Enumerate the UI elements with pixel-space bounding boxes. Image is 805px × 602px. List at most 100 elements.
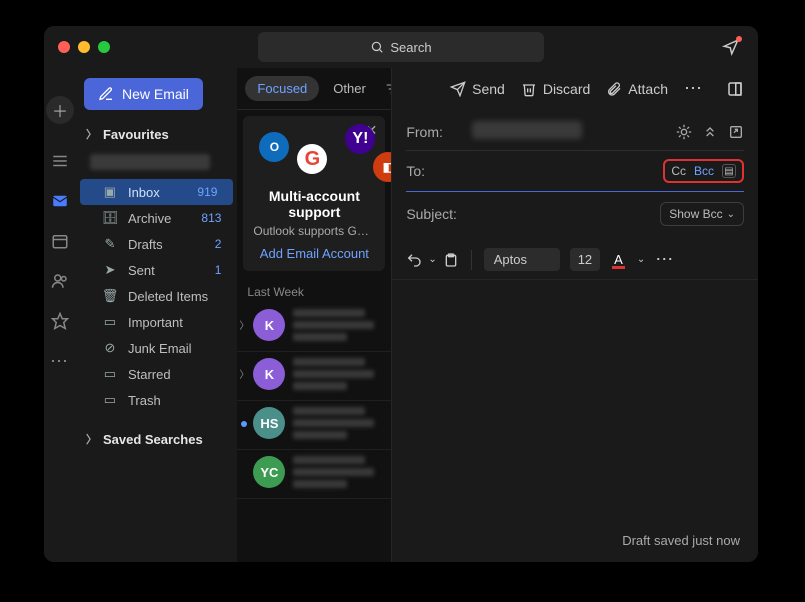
traffic-lights — [58, 41, 110, 53]
section-last-week: Last Week — [237, 277, 391, 303]
junk-icon: ⊘ — [102, 340, 118, 356]
open-new-window-button[interactable] — [728, 124, 744, 140]
notifications-button[interactable] — [722, 38, 740, 56]
folder-sent[interactable]: ➤Sent 1 — [76, 257, 237, 283]
mail-rail-button[interactable] — [51, 192, 69, 210]
zoom-window-button[interactable] — [98, 41, 110, 53]
chevron-right-icon: 〉 — [86, 431, 97, 447]
folder-label: Drafts — [128, 237, 163, 252]
subject-label: Subject: — [406, 206, 457, 222]
collapse-button[interactable] — [702, 124, 718, 140]
more-rail-button[interactable]: ⋯ — [51, 352, 69, 370]
redacted-preview — [293, 309, 383, 345]
redacted-preview — [293, 358, 383, 394]
folder-junk[interactable]: ⊘ Junk Email — [76, 335, 237, 361]
unread-dot — [241, 421, 247, 427]
account-name[interactable] — [76, 148, 237, 179]
cc-bcc-highlight: Cc Bcc ▤ — [663, 159, 744, 183]
compose-toolbar: Send Discard Attach ⋯ — [392, 68, 758, 109]
font-size-select[interactable]: 12 — [570, 248, 600, 271]
email-row[interactable]: HS — [237, 401, 391, 450]
send-button[interactable]: Send — [450, 81, 505, 97]
add-email-account-link[interactable]: Add Email Account — [253, 246, 375, 261]
redacted-from-value — [472, 121, 582, 139]
popout-button[interactable] — [726, 80, 744, 98]
attach-button[interactable]: Attach — [606, 81, 668, 97]
tab-other[interactable]: Other — [323, 76, 376, 101]
compose-icon — [98, 86, 114, 102]
font-color-dropdown[interactable]: ⌄ — [637, 254, 645, 265]
folder-inbox[interactable]: ▣Inbox 919 — [80, 179, 233, 205]
promo-icons: O Y! G ◧ — [253, 126, 375, 180]
office-icon: ◧ — [373, 152, 392, 182]
calendar-rail-button[interactable] — [51, 232, 69, 250]
paste-button[interactable] — [443, 252, 459, 268]
to-label: To: — [406, 163, 462, 179]
promo-subtitle: Outlook supports Gmail, Yahoo an… — [253, 224, 375, 238]
attach-label: Attach — [628, 81, 668, 97]
show-bcc-button[interactable]: Show Bcc ⌄ — [660, 202, 744, 226]
folder-drafts[interactable]: ✎Drafts 2 — [76, 231, 237, 257]
open-window-icon — [728, 124, 744, 140]
titlebar: Search — [44, 26, 758, 68]
email-row[interactable]: YC — [237, 450, 391, 499]
inbox-tabs: Focused Other — [237, 68, 391, 110]
notification-badge — [736, 36, 742, 42]
undo-dropdown[interactable]: ⌄ — [428, 254, 436, 265]
folder-starred[interactable]: ▭Starred — [76, 361, 237, 387]
sent-icon: ➤ — [102, 262, 118, 278]
new-email-button[interactable]: New Email — [84, 78, 203, 110]
compose-plus-button[interactable]: ＋ — [46, 96, 74, 124]
nav-rail: ＋ ⋯ — [44, 68, 76, 562]
filter-button[interactable] — [380, 77, 393, 101]
new-email-label: New Email — [122, 86, 189, 102]
chevron-right-icon: 〉 — [86, 126, 97, 142]
avatar: YC — [253, 456, 285, 488]
address-book-button[interactable]: ▤ — [722, 164, 736, 178]
folder-label: Junk Email — [128, 341, 192, 356]
tab-focused[interactable]: Focused — [245, 76, 319, 101]
thread-chevron-icon: 〉 — [239, 366, 249, 381]
more-actions-button[interactable]: ⋯ — [684, 78, 704, 99]
folder-important[interactable]: ▭Important — [76, 309, 237, 335]
folder-label: Inbox — [128, 185, 160, 200]
more-format-button[interactable]: ⋯ — [655, 249, 675, 270]
folder-archive[interactable]: 🗄Archive 813 — [76, 205, 237, 231]
undo-icon — [406, 252, 422, 268]
favourites-section-toggle[interactable]: 〉 Favourites — [76, 120, 237, 148]
to-input[interactable] — [472, 163, 653, 179]
undo-button[interactable] — [406, 252, 422, 268]
subject-row: Subject: Show Bcc ⌄ — [406, 192, 744, 236]
folder-pane: New Email 〉 Favourites ▣Inbox 919 🗄 Archi… — [76, 68, 237, 562]
email-row[interactable]: 〉K — [237, 352, 391, 401]
drafts-icon: ✎ — [102, 236, 118, 252]
importance-button[interactable] — [676, 124, 692, 140]
folder-trash[interactable]: ▭Trash — [76, 387, 237, 413]
saved-searches-section-toggle[interactable]: 〉 Saved Searches — [76, 425, 237, 453]
folder-icon: ▭ — [102, 392, 118, 408]
bcc-button[interactable]: Bcc — [694, 164, 714, 178]
from-label: From: — [406, 124, 462, 140]
font-family-select[interactable]: Aptos — [484, 248, 560, 271]
archive-icon: 🗄 — [102, 210, 118, 226]
avatar: HS — [253, 407, 285, 439]
message-list-pane: Focused Other ✕ O Y! G ◧ Multi-account s… — [237, 68, 392, 562]
search-icon — [370, 40, 384, 54]
cc-button[interactable]: Cc — [671, 164, 686, 178]
search-input[interactable]: Search — [258, 32, 544, 62]
folder-deleted[interactable]: 🗑Deleted Items — [76, 283, 237, 309]
folder-label: Archive — [128, 211, 171, 226]
discard-button[interactable]: Discard — [521, 81, 590, 97]
sun-icon — [676, 124, 692, 140]
email-row[interactable]: 〉K — [237, 303, 391, 352]
chevron-down-icon: ⌄ — [727, 209, 735, 220]
font-color-button[interactable]: A — [610, 250, 627, 269]
clipboard-icon — [443, 252, 459, 268]
hamburger-button[interactable] — [51, 152, 69, 170]
close-window-button[interactable] — [58, 41, 70, 53]
people-rail-button[interactable] — [51, 272, 69, 290]
show-bcc-label: Show Bcc — [669, 207, 722, 221]
minimize-window-button[interactable] — [78, 41, 90, 53]
folder-label: Starred — [128, 367, 171, 382]
star-rail-button[interactable] — [51, 312, 69, 330]
